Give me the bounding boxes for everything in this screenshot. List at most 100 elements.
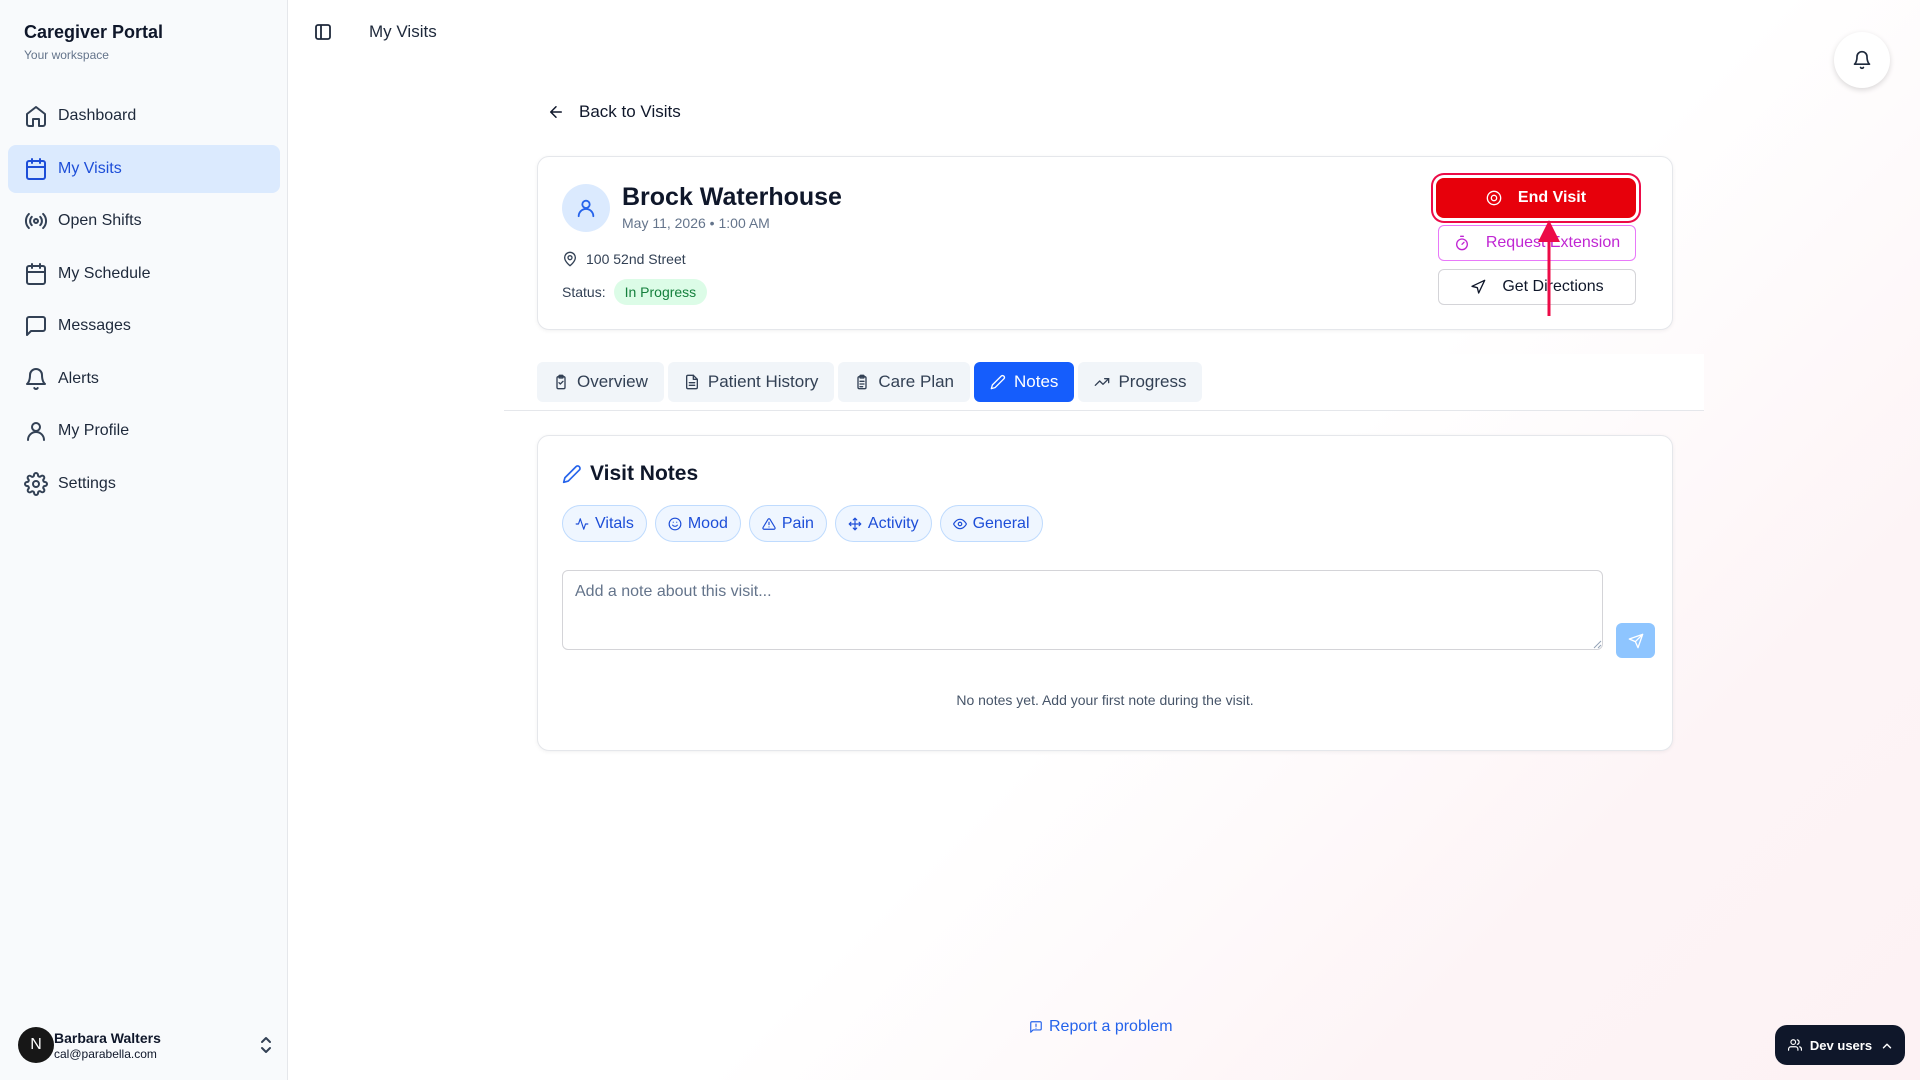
- chip-pain[interactable]: Pain: [748, 505, 827, 542]
- status-label: Status:: [562, 284, 606, 300]
- sidebar-item-label: My Schedule: [58, 264, 151, 282]
- chip-label: Activity: [867, 514, 919, 532]
- status-badge: In Progress: [613, 279, 708, 305]
- end-visit-button[interactable]: End Visit: [1436, 178, 1636, 218]
- chip-label: Pain: [781, 514, 814, 532]
- chip-label: Vitals: [595, 514, 634, 532]
- users-icon: [1787, 1038, 1802, 1052]
- tab-label: Patient History: [707, 372, 819, 391]
- chevrons-up-down-icon[interactable]: [258, 1035, 274, 1055]
- smile-icon: [668, 517, 688, 531]
- chip-activity[interactable]: Activity: [834, 505, 932, 542]
- brand: Caregiver Portal Your workspace: [24, 22, 163, 62]
- move-icon: [848, 517, 868, 531]
- note-category-chips: Vitals Mood Pain Activity General: [562, 505, 1051, 542]
- sidebar-item-label: Messages: [58, 317, 131, 334]
- back-to-visits-link[interactable]: Back to Visits: [547, 102, 681, 122]
- sidebar-item-alerts[interactable]: Alerts: [8, 355, 280, 403]
- tab-progress[interactable]: Progress: [1078, 362, 1203, 402]
- topbar: My Visits: [289, 0, 1920, 64]
- tab-label: Progress: [1118, 372, 1187, 391]
- address-text: 100 52nd Street: [586, 251, 686, 267]
- visit-summary-card: Brock Waterhouse May 11, 2026 • 1:00 AM …: [537, 156, 1673, 330]
- sidebar-item-settings[interactable]: Settings: [8, 460, 280, 508]
- tab-care-plan[interactable]: Care Plan: [838, 362, 971, 402]
- resize-grip-icon[interactable]: [1592, 639, 1602, 649]
- sidebar-item-my-schedule[interactable]: My Schedule: [8, 250, 280, 298]
- document-icon: [684, 374, 708, 390]
- calendar-icon: [24, 157, 48, 181]
- dev-users-label: Dev users: [1809, 1037, 1873, 1053]
- broadcast-icon: [24, 209, 48, 233]
- app-title: Caregiver Portal: [24, 22, 164, 42]
- report-problem-label: Report a problem: [1049, 1018, 1173, 1035]
- message-square-icon: [1029, 1020, 1049, 1034]
- user-name: Barbara Walters: [54, 1029, 161, 1046]
- page-title: My Visits: [369, 22, 437, 41]
- tab-notes[interactable]: Notes: [974, 362, 1075, 402]
- navigation-icon: [1470, 279, 1502, 295]
- app-subtitle: Your workspace: [24, 48, 109, 62]
- map-pin-icon: [562, 251, 586, 267]
- user-email: cal@parabella.com: [54, 1046, 157, 1061]
- sidebar-item-my-visits[interactable]: My Visits: [8, 144, 280, 193]
- arrow-left-icon: [547, 103, 579, 121]
- eye-icon: [952, 517, 973, 531]
- report-problem-link[interactable]: Report a problem: [1029, 1018, 1173, 1036]
- chip-label: Mood: [687, 514, 728, 532]
- user-menu[interactable]: N Barbara Walters cal@parabella.com: [18, 1023, 274, 1067]
- sidebar-item-label: Settings: [58, 474, 116, 492]
- pencil-icon: [990, 374, 1014, 390]
- chip-label: General: [972, 514, 1030, 532]
- sidebar-toggle-icon[interactable]: [313, 22, 333, 42]
- sidebar-item-label: My Visits: [58, 159, 122, 177]
- sidebar-item-my-profile[interactable]: My Profile: [8, 407, 280, 455]
- notifications-button[interactable]: [1834, 32, 1890, 88]
- chip-vitals[interactable]: Vitals: [562, 505, 647, 542]
- sidebar-item-open-shifts[interactable]: Open Shifts: [8, 197, 280, 245]
- sidebar-item-dashboard[interactable]: Dashboard: [8, 92, 280, 140]
- sidebar-nav: Dashboard My Visits Open Shifts My Sched…: [8, 92, 280, 512]
- tab-label: Care Plan: [878, 372, 955, 391]
- sidebar-item-messages[interactable]: Messages: [8, 302, 280, 350]
- send-icon: [1628, 633, 1644, 649]
- trending-up-icon: [1094, 374, 1118, 390]
- user-icon: [575, 197, 597, 219]
- patient-avatar: [562, 184, 610, 232]
- chip-mood[interactable]: Mood: [654, 505, 741, 542]
- note-input[interactable]: [562, 570, 1603, 650]
- status-row: Status: In Progress: [562, 279, 708, 305]
- tab-label: Overview: [577, 372, 648, 391]
- tab-overview[interactable]: Overview: [537, 362, 664, 402]
- activity-icon: [575, 517, 595, 531]
- chevron-up-icon: [1880, 1039, 1892, 1051]
- gear-icon: [24, 471, 48, 496]
- empty-notes-message: No notes yet. Add your first note during…: [956, 692, 1254, 708]
- notes-heading: Visit Notes: [562, 462, 698, 486]
- notes-title: Visit Notes: [590, 462, 699, 485]
- sidebar-item-label: My Profile: [58, 422, 130, 439]
- sidebar: Caregiver Portal Your workspace Dashboar…: [0, 0, 288, 1080]
- dev-users-button[interactable]: Dev users: [1775, 1025, 1905, 1065]
- bell-icon: [24, 367, 48, 391]
- bell-icon: [1852, 50, 1872, 70]
- visit-notes-card: Visit Notes Vitals Mood Pain Activity Ge…: [537, 435, 1673, 751]
- pencil-icon: [562, 464, 590, 484]
- user-info: Barbara Walters cal@parabella.com: [54, 1030, 161, 1061]
- send-note-button[interactable]: [1616, 623, 1655, 658]
- chip-general[interactable]: General: [939, 505, 1043, 542]
- user-icon: [24, 419, 48, 443]
- home-icon: [24, 104, 48, 128]
- timer-icon: [1454, 235, 1486, 251]
- visit-datetime: May 11, 2026 • 1:00 AM: [622, 215, 770, 231]
- clipboard-list-icon: [854, 374, 878, 390]
- visit-address: 100 52nd Street: [562, 251, 686, 267]
- message-icon: [24, 314, 48, 338]
- calendar-icon: [24, 262, 48, 286]
- visit-tabs: Overview Patient History Care Plan Notes…: [537, 362, 1206, 402]
- end-visit-label: End Visit: [1517, 189, 1587, 206]
- back-link-label: Back to Visits: [579, 102, 681, 121]
- tab-patient-history[interactable]: Patient History: [667, 362, 835, 402]
- avatar: N: [18, 1027, 54, 1063]
- clipboard-icon: [553, 374, 577, 390]
